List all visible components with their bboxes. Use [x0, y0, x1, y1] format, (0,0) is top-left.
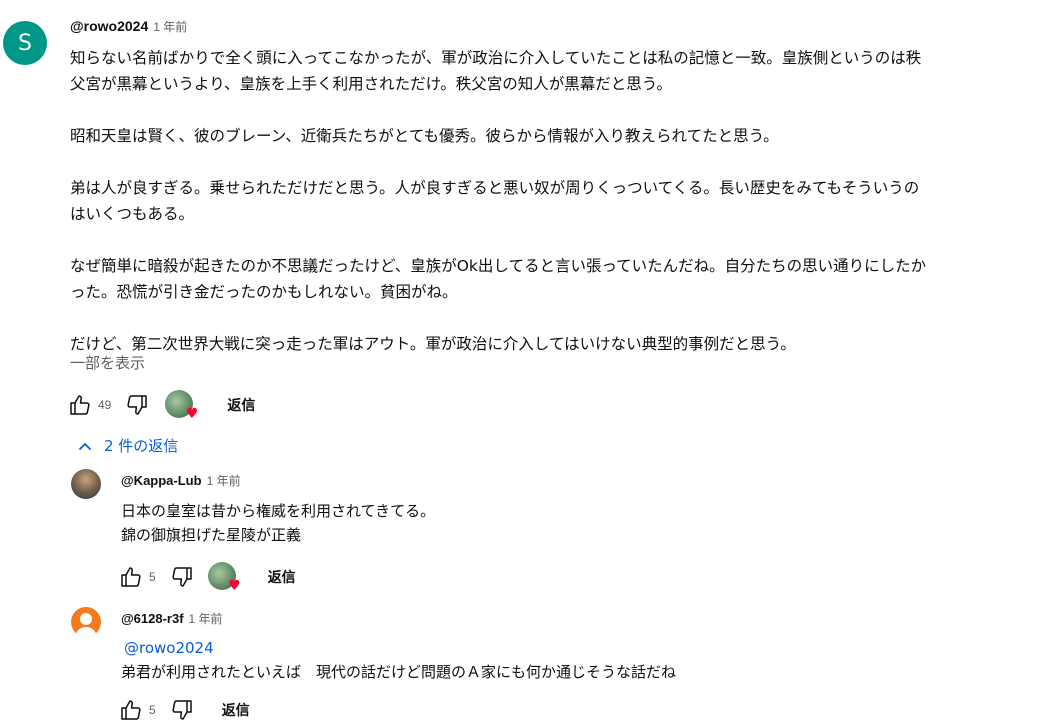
creator-heart-badge: ♥: [206, 560, 241, 594]
author-avatar[interactable]: S: [3, 21, 47, 65]
replies-toggle[interactable]: 2 件の返信: [78, 435, 178, 456]
like-button[interactable]: [117, 563, 145, 591]
reply-button[interactable]: 返信: [227, 395, 255, 415]
reply-button[interactable]: 返信: [268, 567, 296, 587]
thumbs-down-icon: [127, 395, 148, 415]
heart-icon: ♥: [185, 406, 199, 422]
thumbs-down-icon: [172, 567, 192, 587]
reply-header: @6128-r3f 1 年前: [121, 610, 223, 628]
reply-body: @rowo2024 弟君が利用されたといえば 現代の話だけど問題のＡ家にも何か通…: [121, 636, 676, 684]
comment-time[interactable]: 1 年前: [153, 20, 187, 34]
reply-author[interactable]: @6128-r3f: [121, 611, 184, 626]
reply-actions: 5 返信: [117, 696, 250, 724]
dislike-button[interactable]: [168, 563, 196, 591]
reply-avatar[interactable]: [71, 607, 101, 637]
reply-avatar[interactable]: [71, 469, 101, 499]
thumbs-up-icon: [121, 567, 141, 587]
thumbs-down-icon: [172, 700, 192, 720]
comment-paragraph: 昭和天皇は賢く、彼のブレーン、近衛兵たちがとても優秀。彼らから情報が入り教えられ…: [70, 127, 779, 145]
comment-paragraph: だけど、第二次世界大戦に突っ走った軍はアウト。軍が政治に介入してはいけない典型的…: [70, 335, 796, 353]
dislike-button[interactable]: [123, 391, 151, 419]
comment-body: 知らない名前ばかりで全く頭に入ってこなかったが、軍が政治に介入していたことは私の…: [70, 45, 1045, 357]
replies-toggle-label: 2 件の返信: [104, 437, 179, 455]
reply-header: @Kappa-Lub 1 年前: [121, 472, 241, 490]
like-button[interactable]: [66, 391, 94, 419]
like-count: 5: [149, 703, 156, 717]
reply-line: 弟君が利用されたといえば 現代の話だけど問題のＡ家にも何か通じそうな話だね: [121, 663, 677, 681]
comment-author[interactable]: @rowo2024: [70, 18, 148, 34]
like-button[interactable]: [117, 696, 145, 724]
person-icon: [75, 613, 97, 637]
like-count: 49: [98, 398, 112, 412]
mention-link[interactable]: @rowo2024: [124, 636, 676, 660]
dislike-button[interactable]: [168, 696, 196, 724]
reply-button[interactable]: 返信: [222, 700, 250, 720]
reply-actions: 5 ♥ 返信: [117, 560, 296, 594]
reply-author[interactable]: @Kappa-Lub: [121, 473, 202, 488]
reply-body: 日本の皇室は昔から権威を利用されてきてる。 錦の御旗担げた星陵が正義: [121, 499, 435, 547]
reply-line: 日本の皇室は昔から権威を利用されてきてる。: [121, 502, 436, 520]
reply-time[interactable]: 1 年前: [189, 612, 223, 626]
comment-paragraph: 知らない名前ばかりで全く頭に入ってこなかったが、軍が政治に介入していたことは私の…: [70, 49, 922, 93]
thumbs-up-icon: [70, 395, 90, 415]
show-more-button[interactable]: 一部を表示: [70, 352, 145, 373]
reply-line: 錦の御旗担げた星陵が正義: [121, 526, 302, 544]
creator-heart-badge: ♥: [163, 388, 199, 422]
comment-actions: 49 ♥ 返信: [66, 388, 255, 422]
comment-paragraph: なぜ簡単に暗殺が起きたのか不思議だったけど、皇族がOk出してると言い張っていたん…: [70, 257, 927, 301]
reply-time[interactable]: 1 年前: [207, 474, 241, 488]
like-count: 5: [149, 570, 156, 584]
chevron-up-icon: [78, 442, 92, 450]
comment-header: @rowo2024 1 年前: [70, 18, 187, 36]
heart-icon: ♥: [228, 578, 241, 594]
thumbs-up-icon: [121, 700, 141, 720]
avatar-letter: S: [18, 30, 32, 56]
comment-paragraph: 弟は人が良すぎる。乗せられただけだと思う。人が良すぎると悪い奴が周りくっついてく…: [70, 179, 920, 223]
